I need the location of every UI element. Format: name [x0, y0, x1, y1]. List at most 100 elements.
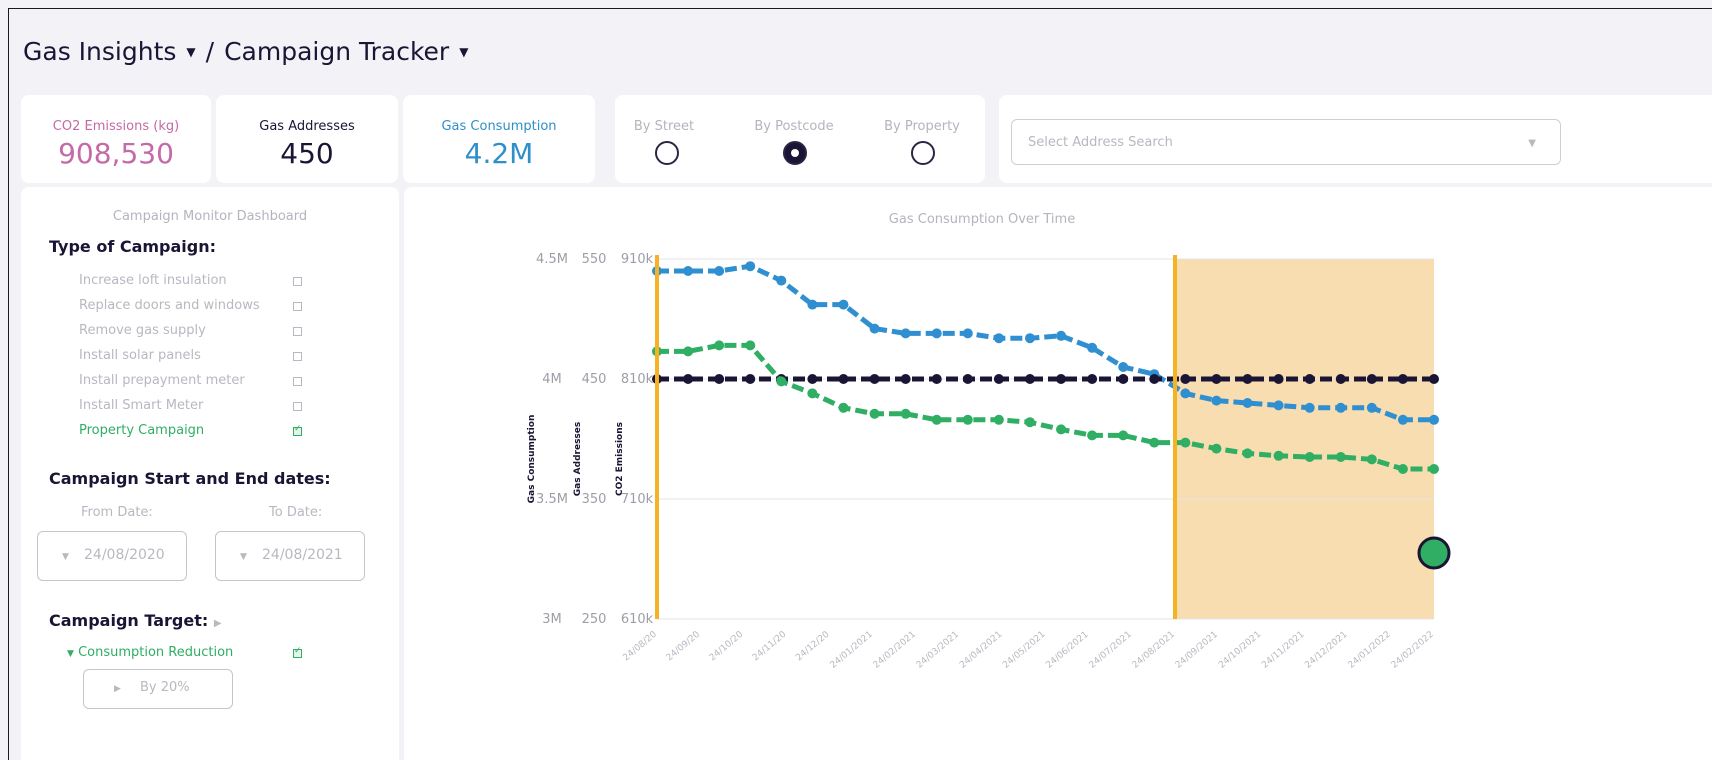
x-tick-label: 24/09/2021	[1174, 630, 1220, 671]
consumption-value: 4.2M	[464, 137, 534, 170]
data-point	[683, 346, 694, 357]
campaign-target-heading[interactable]: Campaign Target: ▶	[49, 611, 222, 630]
from-date-value: 24/08/2020	[84, 547, 165, 563]
campaign-target-label: Campaign Target:	[49, 611, 209, 630]
data-point	[1087, 342, 1098, 353]
campaign-option-prepayment[interactable]: Install prepayment meter	[79, 373, 245, 388]
campaign-checkbox-solar[interactable]	[293, 352, 302, 361]
chevron-down-icon[interactable]: ▼	[459, 45, 468, 59]
by-street-label: By Street	[633, 119, 695, 134]
campaign-option-loft[interactable]: Increase loft insulation	[79, 273, 227, 288]
axis-title: Gas Consumption	[527, 415, 537, 504]
consumption-stat-card: Gas Consumption 4.2M	[403, 95, 595, 183]
data-point	[1180, 374, 1191, 384]
campaign-option-solar[interactable]: Install solar panels	[79, 348, 201, 363]
data-point	[1242, 398, 1253, 408]
to-date-picker[interactable]: ▼ 24/08/2021	[215, 531, 365, 581]
addresses-stat-card: Gas Addresses 450	[216, 95, 398, 183]
chevron-down-icon: ▼	[67, 649, 74, 659]
data-point	[1087, 374, 1098, 384]
x-tick-label: 24/08/20	[622, 629, 660, 663]
campaign-sidebar: Campaign Monitor Dashboard Type of Campa…	[21, 187, 399, 760]
x-tick-label: 24/02/2021	[872, 630, 918, 671]
by-property-label: By Property	[884, 119, 960, 134]
y-tick-consumption: 4M	[542, 372, 562, 387]
campaign-option-doors[interactable]: Replace doors and windows	[79, 298, 260, 313]
target-percent-value: By 20%	[140, 680, 190, 695]
target-marker	[1417, 536, 1451, 570]
data-point	[1149, 437, 1160, 448]
campaign-checkbox-doors[interactable]	[293, 302, 302, 311]
data-point	[714, 266, 725, 276]
campaign-option-gas-supply[interactable]: Remove gas supply	[79, 323, 206, 338]
data-point	[1397, 374, 1408, 384]
data-point	[745, 340, 756, 351]
chevron-down-icon: ▼	[240, 552, 247, 562]
data-point	[1024, 374, 1035, 384]
data-point	[714, 340, 725, 351]
y-tick-addresses: 350	[582, 492, 607, 507]
breadcrumb-campaign-tracker[interactable]: Campaign Tracker	[224, 37, 449, 66]
data-point	[1429, 374, 1439, 384]
data-point	[683, 374, 694, 384]
campaign-option-property[interactable]: Property Campaign	[79, 423, 204, 438]
by-property-radio[interactable]	[911, 141, 935, 165]
data-point	[1118, 362, 1129, 372]
data-point	[1335, 374, 1346, 384]
y-tick-co2: 610k	[621, 612, 654, 627]
data-point	[838, 299, 849, 310]
address-search-select[interactable]: Select Address Search ▼	[1011, 119, 1561, 165]
campaign-checkbox-gas-supply[interactable]	[293, 327, 302, 336]
app-frame: Gas Insights ▼ / Campaign Tracker ▼ CO2 …	[8, 8, 1712, 760]
data-point	[1056, 424, 1067, 435]
data-point	[683, 266, 694, 276]
campaign-option-smart-meter[interactable]: Install Smart Meter	[79, 398, 203, 413]
data-point	[1429, 464, 1439, 474]
campaign-checkbox-property[interactable]	[293, 424, 302, 436]
by-postcode-radio[interactable]	[783, 141, 807, 165]
x-tick-label: 24/07/2021	[1088, 630, 1134, 671]
chart-title: Gas Consumption Over Time	[889, 212, 1075, 227]
chevron-down-icon: ▼	[62, 552, 69, 562]
data-point	[838, 374, 849, 384]
from-date-picker[interactable]: ▼ 24/08/2020	[37, 531, 187, 581]
chart-panel: Gas Consumption Over Time 4.5M 550 910k 4M 45…	[404, 187, 1712, 760]
data-point	[962, 374, 973, 384]
chevron-down-icon[interactable]: ▼	[186, 45, 195, 59]
x-tick-label: 24/12/2021	[1303, 630, 1349, 671]
chevron-right-icon: ▶	[114, 684, 121, 694]
by-street-radio[interactable]	[655, 141, 679, 165]
breadcrumb-gas-insights[interactable]: Gas Insights	[23, 37, 176, 66]
campaign-dates-heading: Campaign Start and End dates:	[49, 469, 331, 488]
data-point	[1429, 414, 1439, 425]
x-tick-label: 24/10/2021	[1217, 630, 1263, 671]
x-tick-label: 24/06/2021	[1044, 630, 1090, 671]
data-point	[838, 402, 849, 413]
x-tick-label: 24/08/2021	[1131, 630, 1177, 671]
data-point	[1335, 402, 1346, 413]
view-mode-card: By Street By Postcode By Property	[615, 95, 985, 183]
forecast-region	[1175, 259, 1434, 619]
x-tick-label: 24/09/20	[665, 629, 703, 663]
campaign-checkbox-prepayment[interactable]	[293, 377, 302, 386]
data-point	[807, 374, 818, 384]
to-date-label: To Date:	[269, 505, 323, 520]
x-tick-label: 24/11/2021	[1260, 630, 1306, 671]
target-checkbox-consumption[interactable]	[293, 646, 302, 658]
data-point	[1024, 417, 1035, 428]
data-point	[1242, 374, 1253, 384]
x-tick-label: 24/12/20	[794, 629, 832, 663]
campaign-checkbox-smart-meter[interactable]	[293, 402, 302, 411]
y-tick-addresses: 250	[582, 612, 607, 627]
target-option-consumption[interactable]: ▼ Consumption Reduction	[67, 645, 233, 660]
campaign-checkbox-loft[interactable]	[293, 277, 302, 286]
target-percent-select[interactable]: ▶ By 20%	[83, 669, 233, 709]
data-point	[807, 388, 818, 399]
data-point	[1118, 374, 1129, 384]
data-point	[993, 374, 1004, 384]
type-of-campaign-heading: Type of Campaign:	[49, 237, 217, 256]
data-point	[993, 333, 1004, 344]
x-tick-label: 24/04/2021	[958, 630, 1004, 671]
data-point	[931, 414, 942, 425]
address-search-card: Select Address Search ▼	[999, 95, 1712, 183]
